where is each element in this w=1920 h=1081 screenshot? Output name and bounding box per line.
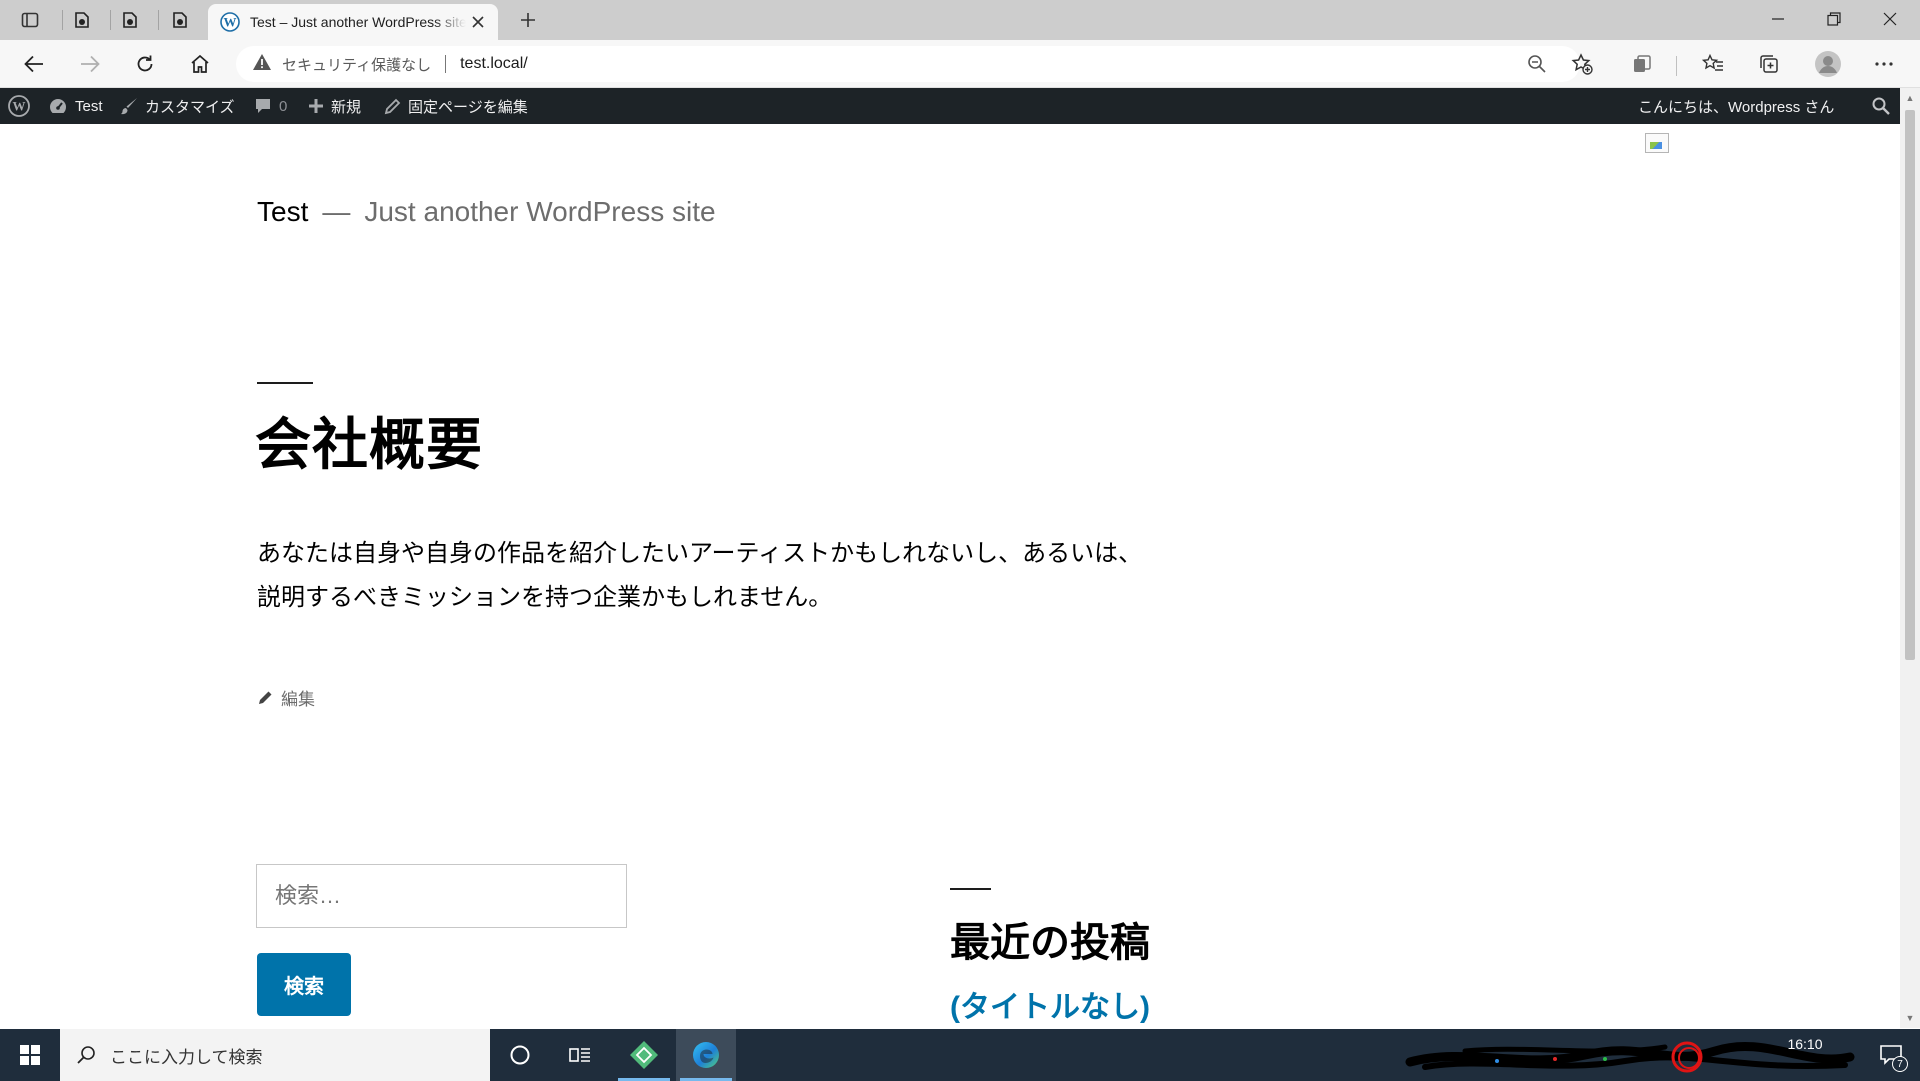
taskbar-search-box[interactable]: ここに入力して検索 (60, 1029, 490, 1081)
url-text[interactable]: test.local/ (460, 55, 528, 73)
refresh-icon[interactable] (127, 48, 163, 80)
comment-icon (256, 99, 270, 113)
page-title: 会社概要 (255, 413, 483, 476)
minimize-icon[interactable] (1750, 0, 1806, 38)
admin-bar-greeting[interactable]: こんにちは、Wordpress さん (1638, 88, 1834, 124)
more-icon[interactable] (1864, 48, 1904, 80)
restore-icon[interactable] (1806, 0, 1862, 38)
wp-admin-bar: W Test カスタマイズ 0 新規 固定ページを編集 こんにちは、Wordpr… (0, 88, 1900, 124)
pencil-icon (259, 691, 272, 704)
brush-icon (121, 98, 137, 115)
edit-page-link[interactable]: 編集 (257, 685, 315, 710)
recent-posts-title: 最近の投稿 (950, 921, 1150, 965)
wordpress-icon: W (220, 12, 240, 32)
clock-time[interactable]: 16:10 (1760, 1034, 1850, 1054)
pencil-icon (384, 98, 401, 114)
search-icon[interactable] (1872, 88, 1890, 124)
search-input[interactable] (256, 864, 627, 928)
back-icon[interactable] (16, 48, 52, 80)
pinned-tab-icon[interactable] (110, 4, 150, 36)
search-icon (77, 1046, 95, 1064)
admin-bar-site-name[interactable]: Test (48, 88, 103, 124)
content-line: あなたは自身や自身の作品を紹介したいアーティストかもしれないし、あるいは、 (257, 540, 1143, 567)
pinned-tab-icon[interactable] (62, 4, 102, 36)
scroll-down-icon[interactable]: ▼ (1900, 1010, 1920, 1026)
forward-icon[interactable] (72, 48, 108, 80)
search-button[interactable]: 検索 (257, 953, 351, 1016)
active-tab[interactable]: W Test – Just another WordPress site (208, 4, 498, 40)
admin-bar-comments[interactable]: 0 (254, 88, 287, 124)
collections-icon[interactable] (1749, 48, 1789, 80)
home-icon[interactable] (182, 48, 218, 80)
notification-badge: 7 (1892, 1056, 1908, 1072)
heading-divider (257, 382, 313, 384)
add-favorite-icon[interactable] (1566, 48, 1598, 80)
pinned-tab-icon[interactable] (160, 4, 200, 36)
address-bar[interactable]: セキュリティ保護なし test.local/ (236, 46, 1580, 82)
windows-start-icon[interactable] (0, 1029, 60, 1081)
zoom-out-icon[interactable] (1521, 48, 1553, 80)
page-content: あなたは自身や自身の作品を紹介したいアーティストかもしれないし、あるいは、 説明… (257, 532, 1217, 620)
site-title[interactable]: Test (257, 196, 308, 227)
cortana-icon[interactable] (490, 1029, 550, 1081)
widget-divider (950, 888, 991, 890)
taskbar-clock[interactable]: 16:10 (1760, 1034, 1850, 1054)
favorites-icon[interactable] (1693, 48, 1733, 80)
tab-title: Test – Just another WordPress site (250, 14, 466, 30)
svg-text:W: W (224, 15, 237, 30)
browser-toolbar: セキュリティ保護なし test.local/ (0, 40, 1920, 88)
new-tab-button[interactable] (510, 4, 546, 36)
close-window-icon[interactable] (1862, 0, 1918, 38)
scroll-thumb[interactable] (1905, 110, 1915, 660)
plus-icon (309, 99, 323, 113)
notification-center-icon[interactable]: 7 (1862, 1029, 1920, 1081)
admin-bar-customize[interactable]: カスタマイズ (120, 88, 235, 124)
dashboard-icon (50, 99, 66, 113)
security-label[interactable]: セキュリティ保護なし (282, 54, 431, 75)
admin-bar-new[interactable]: 新規 (308, 88, 361, 124)
extensions-icon[interactable] (1622, 48, 1662, 80)
app-diamond-icon[interactable] (614, 1029, 674, 1081)
page-scrollbar[interactable]: ▲ ▼ (1900, 88, 1920, 1028)
scroll-up-icon[interactable]: ▲ (1900, 90, 1920, 106)
site-branding: Test — Just another WordPress site (257, 196, 716, 228)
broken-image-icon (1645, 133, 1669, 153)
recent-post-link[interactable]: (タイトルなし) (950, 982, 1150, 1026)
edge-browser-icon[interactable] (676, 1029, 736, 1081)
task-view-icon[interactable] (550, 1029, 610, 1081)
title-separator: — (322, 196, 351, 227)
wp-logo-icon[interactable]: W (8, 88, 30, 124)
browser-tab-strip: W Test – Just another WordPress site (0, 0, 1920, 40)
tab-actions-icon[interactable] (10, 4, 50, 36)
profile-icon[interactable] (1808, 48, 1848, 80)
warning-icon[interactable] (252, 53, 272, 76)
windows-taskbar: ここに入力して検索 16:10 7 (0, 1029, 1920, 1081)
content-line: 説明するべきミッションを持つ企業かもしれません。 (257, 584, 833, 611)
site-description: Just another WordPress site (364, 196, 716, 227)
admin-bar-edit-page[interactable]: 固定ページを編集 (384, 88, 528, 124)
svg-text:W: W (13, 99, 26, 114)
close-tab-icon[interactable] (466, 10, 490, 34)
